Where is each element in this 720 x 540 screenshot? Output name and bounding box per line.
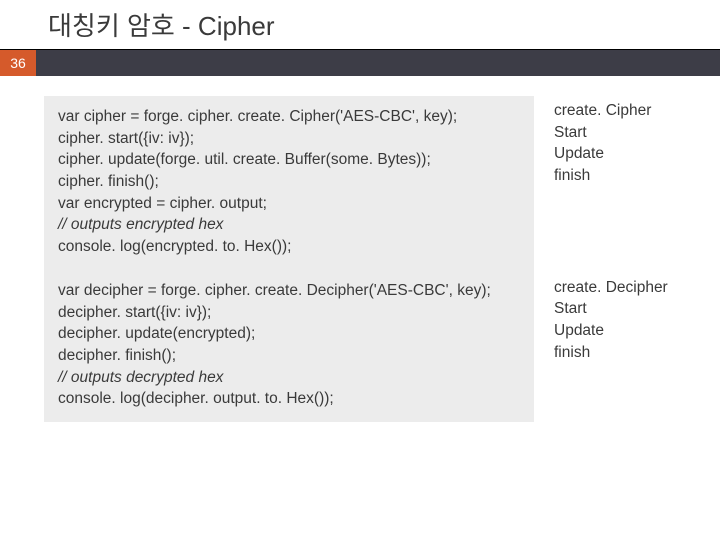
note-line: Update [554, 320, 668, 342]
code-line: var decipher = forge. cipher. create. De… [58, 280, 520, 302]
code-comment: // outputs encrypted hex [58, 214, 520, 236]
code-line: var cipher = forge. cipher. create. Ciph… [58, 106, 520, 128]
note-line: finish [554, 342, 668, 364]
code-line: console. log(decipher. output. to. Hex()… [58, 388, 520, 410]
code-line: decipher. finish(); [58, 345, 520, 367]
note-line: create. Cipher [554, 100, 668, 122]
title-row: 대칭키 암호 - Cipher [0, 0, 720, 50]
page-bar: 36 [0, 50, 720, 76]
note-line: Start [554, 298, 668, 320]
code-line: cipher. start({iv: iv}); [58, 128, 520, 150]
notes-group-decipher: create. Decipher Start Update finish [554, 277, 668, 364]
code-line: cipher. update(forge. util. create. Buff… [58, 149, 520, 171]
dark-bar [36, 50, 720, 76]
code-block-cipher: var cipher = forge. cipher. create. Ciph… [58, 106, 520, 258]
code-line: cipher. finish(); [58, 171, 520, 193]
code-line: decipher. update(encrypted); [58, 323, 520, 345]
code-column: var cipher = forge. cipher. create. Ciph… [44, 96, 534, 422]
note-line: Start [554, 122, 668, 144]
page-number: 36 [0, 50, 36, 76]
note-line: create. Decipher [554, 277, 668, 299]
code-comment: // outputs decrypted hex [58, 367, 520, 389]
notes-column: create. Cipher Start Update finish creat… [554, 96, 668, 422]
code-block-decipher: var decipher = forge. cipher. create. De… [58, 280, 520, 410]
content-area: var cipher = forge. cipher. create. Ciph… [0, 76, 720, 422]
code-line: decipher. start({iv: iv}); [58, 302, 520, 324]
note-line: finish [554, 165, 668, 187]
slide-title: 대칭키 암호 - Cipher [48, 6, 720, 43]
notes-group-cipher: create. Cipher Start Update finish [554, 100, 668, 187]
code-line: var encrypted = cipher. output; [58, 193, 520, 215]
note-line: Update [554, 143, 668, 165]
code-line: console. log(encrypted. to. Hex()); [58, 236, 520, 258]
